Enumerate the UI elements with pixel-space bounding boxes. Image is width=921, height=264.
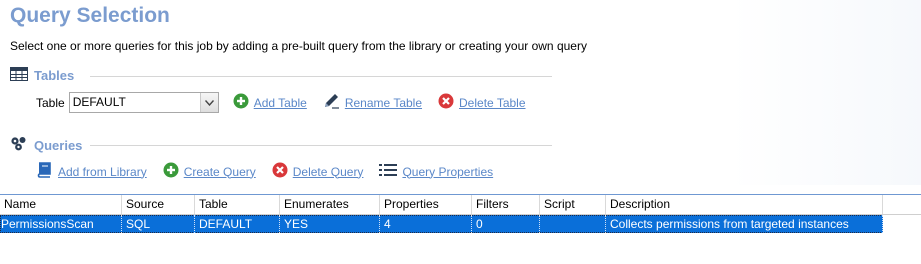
table-label: Table [36, 95, 65, 110]
section-divider [90, 145, 552, 146]
cell-properties[interactable]: 4 [380, 215, 472, 233]
cell-script[interactable] [540, 215, 606, 233]
column-header-source[interactable]: Source [122, 195, 195, 214]
grid-header: Name Source Table Enumerates Properties … [0, 195, 921, 215]
table-select-value: DEFAULT [72, 95, 126, 109]
add-from-library-label[interactable]: Add from Library [58, 165, 147, 179]
section-divider [90, 76, 552, 77]
queries-section-label: Queries [34, 137, 83, 153]
table-grid-icon [10, 67, 28, 84]
delete-query-label[interactable]: Delete Query [293, 165, 364, 179]
page-subtitle: Select one or more queries for this job … [10, 39, 587, 53]
queries-grid: Name Source Table Enumerates Properties … [0, 194, 921, 233]
column-header-description[interactable]: Description [606, 195, 883, 214]
create-query-label[interactable]: Create Query [184, 165, 256, 179]
cell-table[interactable]: DEFAULT [195, 215, 280, 233]
cell-description[interactable]: Collects permissions from targeted insta… [606, 215, 883, 233]
column-header-table[interactable]: Table [195, 195, 280, 214]
delete-table-button[interactable]: Delete Table [438, 93, 526, 112]
delete-circle-icon [272, 162, 288, 181]
list-icon [379, 163, 398, 180]
cell-enumerates[interactable]: YES [280, 215, 380, 233]
queries-cluster-icon [10, 136, 28, 154]
column-header-name[interactable]: Name [0, 195, 122, 214]
delete-query-button[interactable]: Delete Query [272, 162, 364, 181]
create-query-button[interactable]: Create Query [163, 162, 256, 181]
pencil-icon [323, 93, 340, 112]
column-header-filters[interactable]: Filters [472, 195, 540, 214]
tables-section-label: Tables [34, 68, 75, 83]
page-title: Query Selection [10, 4, 170, 27]
query-properties-button[interactable]: Query Properties [379, 163, 493, 180]
delete-circle-icon [438, 93, 454, 112]
rename-table-label[interactable]: Rename Table [345, 96, 422, 110]
add-table-label[interactable]: Add Table [254, 96, 307, 110]
rename-table-button[interactable]: Rename Table [323, 93, 422, 112]
chevron-down-icon[interactable] [199, 93, 218, 112]
plus-circle-icon [233, 93, 249, 112]
table-toolbar: Table DEFAULT Add Table Rename Table Del… [36, 92, 526, 113]
tables-section-header: Tables [10, 67, 555, 84]
cell-source[interactable]: SQL [122, 215, 195, 233]
delete-table-label[interactable]: Delete Table [459, 96, 526, 110]
add-table-button[interactable]: Add Table [233, 93, 307, 112]
query-properties-label[interactable]: Query Properties [402, 165, 493, 179]
table-row[interactable]: PermissionsScan SQL DEFAULT YES 4 0 Coll… [0, 215, 883, 233]
column-header-properties[interactable]: Properties [380, 195, 472, 214]
plus-circle-icon [163, 162, 179, 181]
background-decoration [731, 0, 921, 185]
book-icon [36, 162, 53, 181]
column-header-enumerates[interactable]: Enumerates [280, 195, 380, 214]
table-select[interactable]: DEFAULT [68, 92, 219, 113]
column-header-script[interactable]: Script [540, 195, 606, 214]
cell-filters[interactable]: 0 [472, 215, 540, 233]
cell-name[interactable]: PermissionsScan [0, 215, 122, 233]
queries-toolbar: Add from Library Create Query Delete Que… [36, 162, 493, 181]
add-from-library-button[interactable]: Add from Library [36, 162, 147, 181]
queries-section-header: Queries [10, 136, 555, 154]
